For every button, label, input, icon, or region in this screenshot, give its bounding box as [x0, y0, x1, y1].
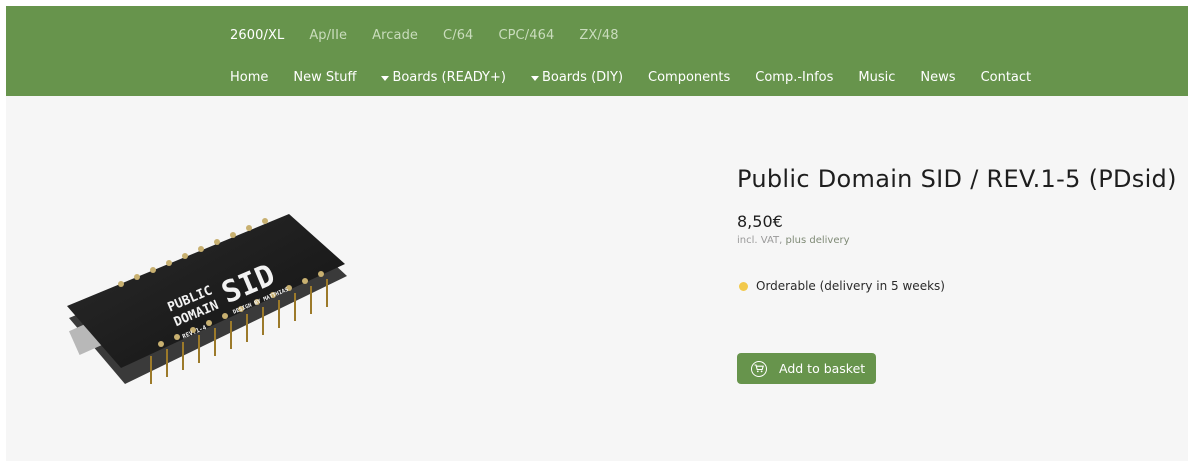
nav-item-home[interactable]: Home	[230, 70, 268, 86]
nav-item-news[interactable]: News	[920, 70, 955, 86]
platform-link-cpc464[interactable]: CPC/464	[498, 28, 554, 44]
nav-item-label: Music	[858, 70, 896, 85]
nav-item-label: Home	[230, 70, 269, 85]
platform-nav: 2600/XL Ap/IIe Arcade C/64 CPC/464 ZX/48	[230, 28, 644, 44]
pdsid-board-illustration: PUBLIC DOMAIN SID DESIGN BY MATTHIAS REV…	[67, 214, 347, 384]
main-nav: Home New Stuff Boards (READY+) Boards (D…	[230, 70, 1056, 86]
availability-status: Orderable (delivery in 5 weeks)	[739, 279, 945, 293]
nav-item-label: Boards (READY+)	[392, 70, 506, 85]
vat-note: incl. VAT, plus delivery	[737, 235, 850, 246]
availability-dot-icon	[739, 281, 748, 291]
page-frame: 2600/XL Ap/IIe Arcade C/64 CPC/464 ZX/48…	[6, 6, 1188, 461]
nav-item-boards-diy[interactable]: Boards (DIY)	[530, 70, 624, 86]
product-price: 8,50€	[737, 212, 783, 231]
platform-link-2600xl[interactable]: 2600/XL	[230, 28, 284, 44]
platform-link-c64[interactable]: C/64	[443, 28, 473, 44]
platform-link-ap-iie[interactable]: Ap/IIe	[309, 28, 347, 44]
add-to-basket-label: Add to basket	[779, 361, 866, 376]
site-header: 2600/XL Ap/IIe Arcade C/64 CPC/464 ZX/48…	[6, 6, 1188, 96]
product-image[interactable]: PUBLIC DOMAIN SID DESIGN BY MATTHIAS REV…	[61, 206, 361, 396]
caret-down-icon	[530, 76, 539, 81]
nav-item-comp-infos[interactable]: Comp.-Infos	[755, 70, 833, 86]
nav-item-label: New Stuff	[293, 70, 357, 85]
platform-link-zx48[interactable]: ZX/48	[579, 28, 618, 44]
platform-link-arcade[interactable]: Arcade	[372, 28, 418, 44]
shopping-cart-icon	[751, 360, 767, 377]
availability-text: Orderable (delivery in 5 weeks)	[756, 279, 945, 293]
nav-item-label: News	[920, 70, 956, 85]
nav-item-boards-ready[interactable]: Boards (READY+)	[381, 70, 506, 86]
nav-item-music[interactable]: Music	[858, 70, 895, 86]
delivery-link[interactable]: plus delivery	[786, 235, 850, 246]
nav-item-label: Boards (DIY)	[541, 70, 624, 85]
caret-down-icon	[381, 76, 390, 81]
nav-item-components[interactable]: Components	[648, 70, 730, 86]
nav-item-label: Contact	[980, 70, 1032, 85]
nav-item-contact[interactable]: Contact	[981, 70, 1032, 86]
add-to-basket-button[interactable]: Add to basket	[737, 353, 876, 384]
nav-item-label: Components	[648, 70, 731, 85]
nav-item-new-stuff[interactable]: New Stuff	[293, 70, 356, 86]
product-title: Public Domain SID / REV.1-5 (PDsid)	[737, 165, 1177, 193]
vat-prefix: incl. VAT,	[737, 235, 783, 246]
nav-item-label: Comp.-Infos	[755, 70, 834, 85]
